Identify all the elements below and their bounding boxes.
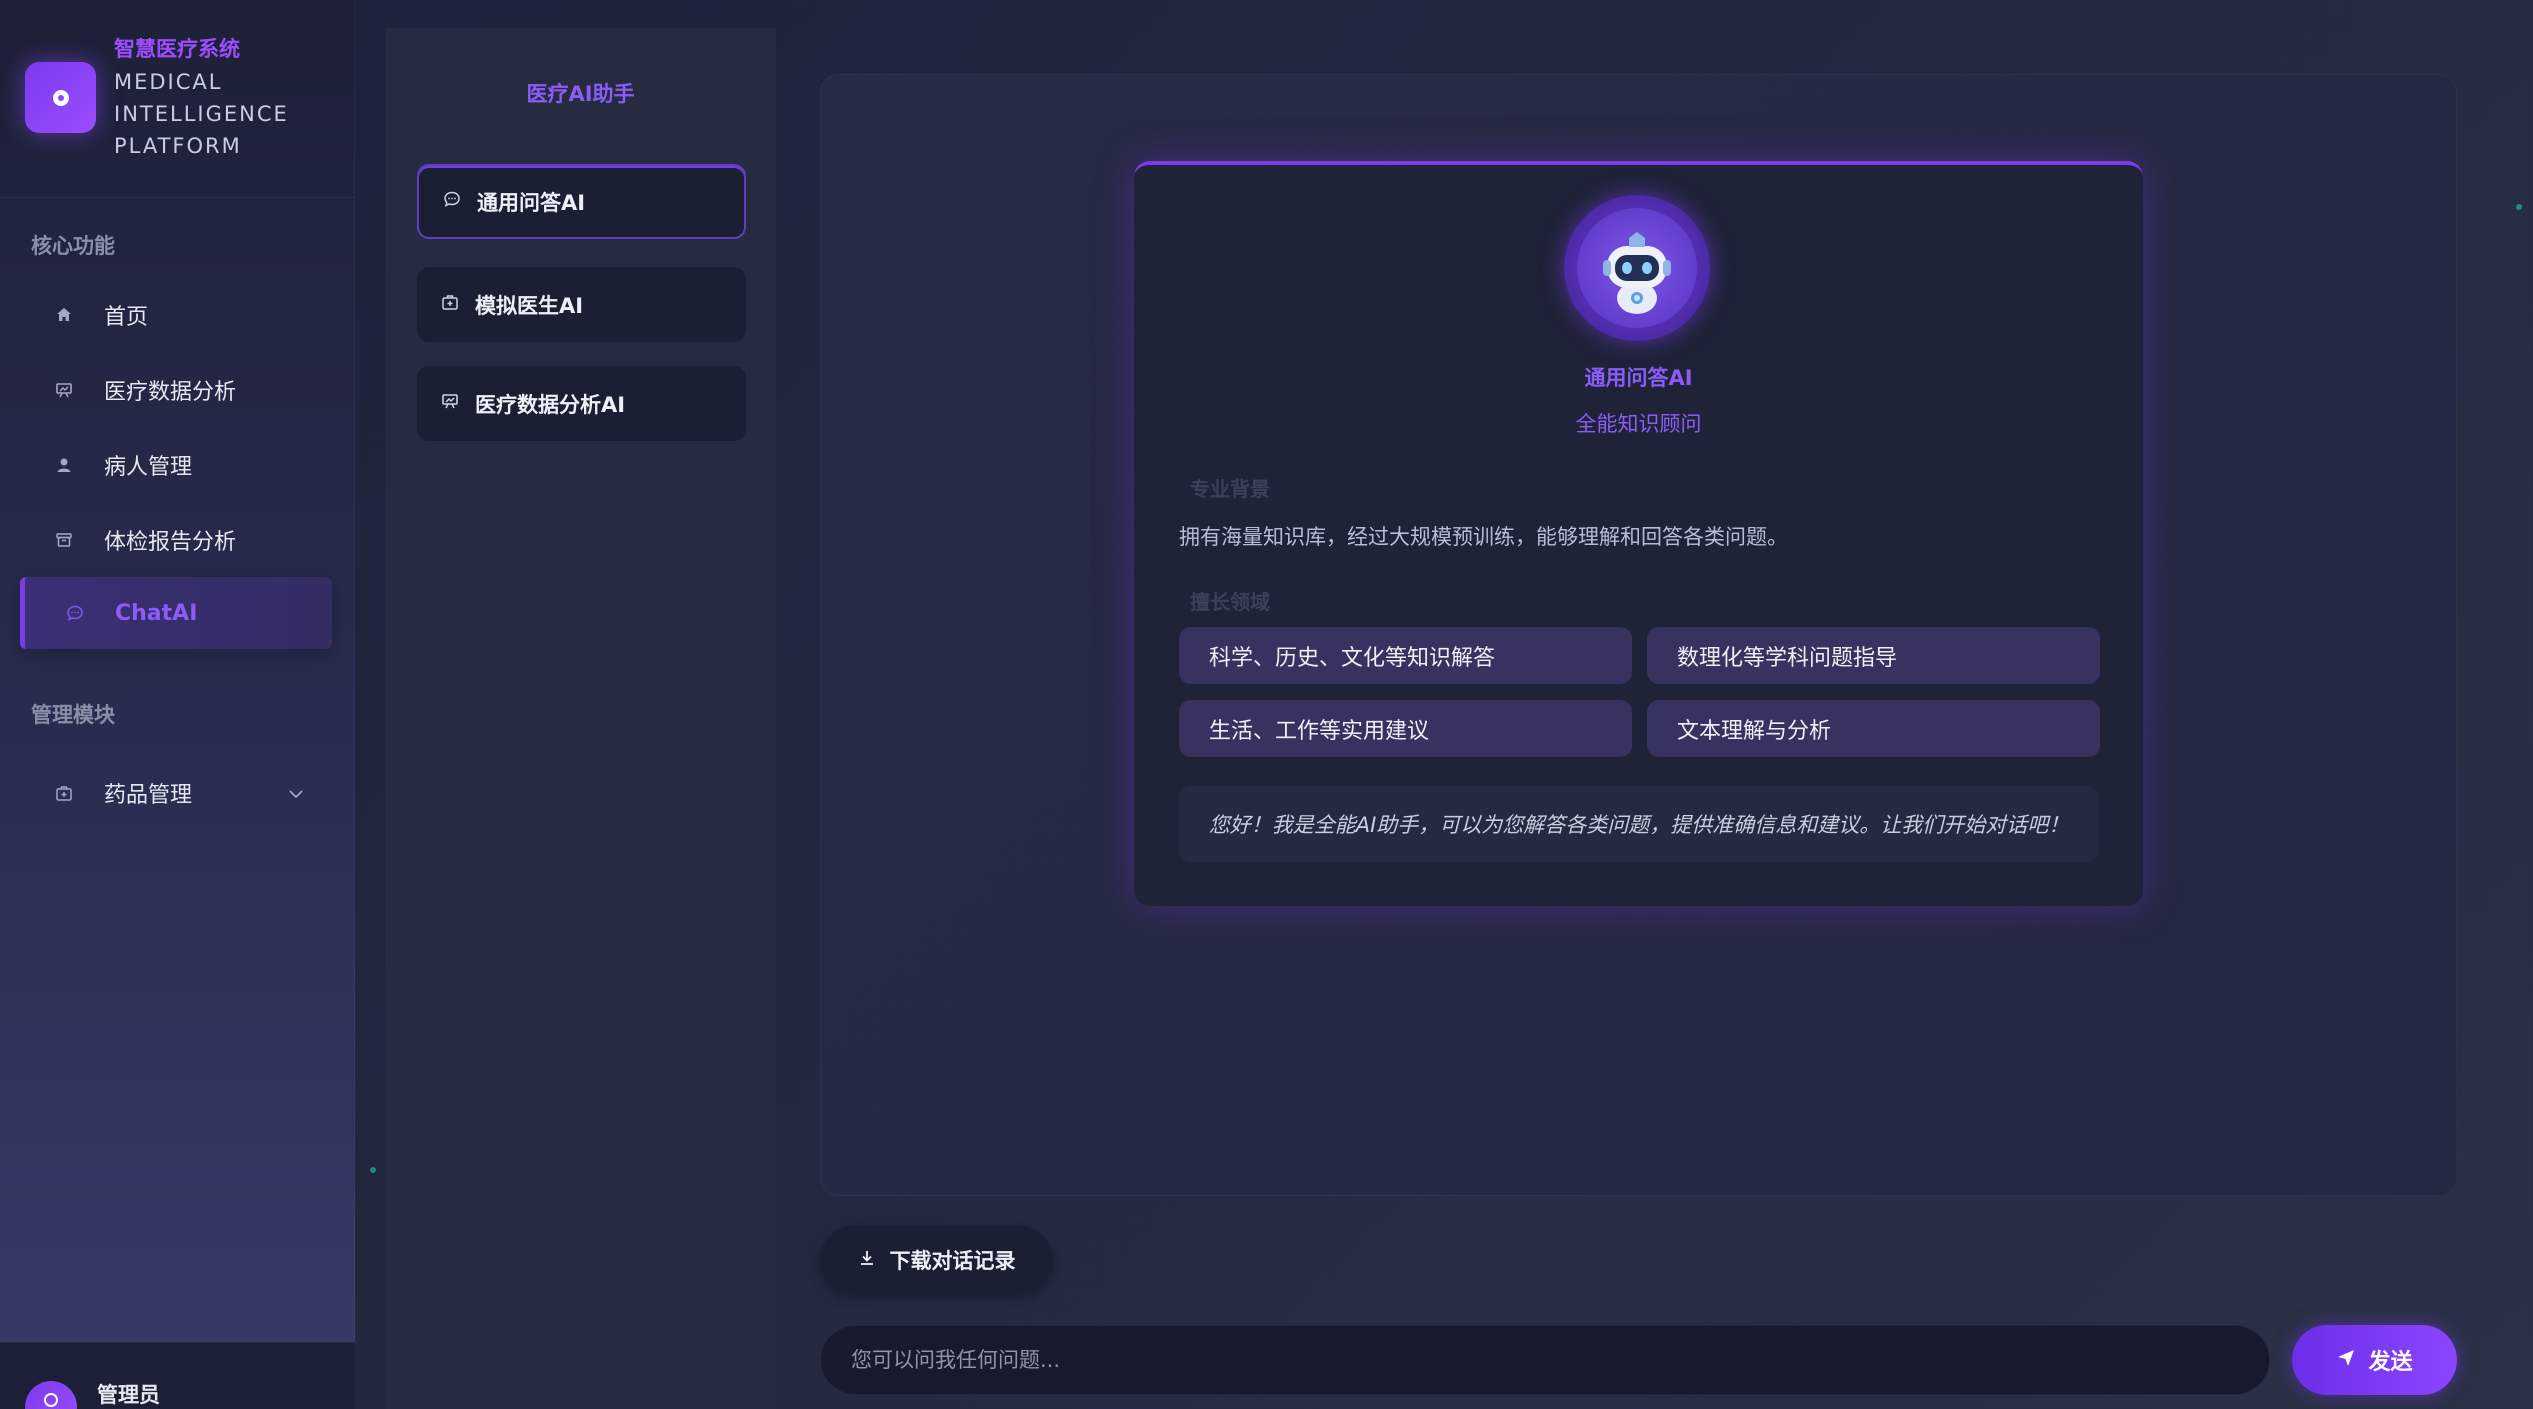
ai-subtitle: 全能知识顾问 (1575, 412, 1702, 436)
chat-icon (441, 190, 463, 213)
sidebar-item-home[interactable]: 首页 (20, 279, 332, 351)
sidebar-item-medical-data[interactable]: 医疗数据分析 (20, 354, 332, 426)
logo-icon (25, 62, 96, 133)
medical-kit-icon (439, 293, 461, 316)
sidebar-item-medicine[interactable]: 药品管理 (20, 757, 332, 829)
download-history-button[interactable]: 下载对话记录 (820, 1226, 1053, 1294)
expertise-tag: 文本理解与分析 (1647, 700, 2100, 757)
sidebar-item-label: 药品管理 (104, 783, 193, 808)
robot-avatar-icon (1564, 195, 1710, 341)
sidebar-item-label: 病人管理 (104, 455, 193, 480)
ai-item-label: 医疗数据分析AI (475, 392, 626, 417)
ai-item-doctor[interactable]: 模拟医生AI (417, 267, 746, 342)
send-button[interactable]: 发送 (2292, 1325, 2457, 1395)
chat-input[interactable] (820, 1325, 2270, 1395)
ai-panel-title: 医疗AI助手 (526, 82, 635, 106)
chevron-down-icon[interactable] (288, 783, 304, 804)
report-icon (52, 531, 76, 549)
sidebar-item-label: 首页 (104, 305, 149, 330)
sidebar-item-patients[interactable]: 病人管理 (20, 429, 332, 501)
download-label: 下载对话记录 (889, 1249, 1016, 1273)
ai-profile-card: 通用问答AI 全能知识顾问 专业背景 拥有海量知识库，经过大规模预训练，能够理解… (1134, 161, 2143, 906)
sidebar-item-label: ChatAI (115, 600, 198, 626)
chart-icon (439, 392, 461, 415)
sidebar-item-label: 医疗数据分析 (104, 380, 237, 405)
download-icon (858, 1249, 876, 1272)
ai-item-data-analysis[interactable]: 医疗数据分析AI (417, 366, 746, 441)
background-text: 拥有海量知识库，经过大规模预训练，能够理解和回答各类问题。 (1179, 525, 1788, 549)
chat-icon (63, 604, 87, 622)
sidebar-item-label: 体检报告分析 (104, 530, 237, 555)
sidebar-item-report[interactable]: 体检报告分析 (20, 504, 332, 576)
expertise-label: 擅长领域 (1190, 590, 1270, 614)
ai-item-general-qa[interactable]: 通用问答AI (417, 164, 746, 239)
expertise-tag: 数理化等学科问题指导 (1647, 627, 2100, 684)
user-name: 管理员 (97, 1383, 160, 1407)
ai-assistant-panel: 医疗AI助手 通用问答AI 模拟医生AI 医疗数据分析AI (385, 28, 776, 1409)
expertise-tag: 生活、工作等实用建议 (1179, 700, 1632, 757)
home-icon (52, 306, 76, 324)
decor-particle (370, 1167, 376, 1173)
sidebar: 智慧医疗系统 MEDICAL INTELLIGENCE PLATFORM 核心功… (0, 0, 355, 1409)
ai-item-label: 通用问答AI (477, 190, 586, 215)
ai-item-label: 模拟医生AI (475, 293, 584, 318)
nav-section-admin: 管理模块 (31, 703, 115, 727)
greeting-message: 您好！我是全能AI助手，可以为您解答各类问题，提供准确信息和建议。让我们开始对话… (1179, 786, 2099, 862)
brand-name-cn: 智慧医疗系统 (114, 37, 240, 61)
chart-icon (52, 381, 76, 399)
brand: 智慧医疗系统 MEDICAL INTELLIGENCE PLATFORM (0, 0, 355, 198)
medicine-icon (52, 784, 76, 802)
background-label: 专业背景 (1190, 477, 1270, 501)
send-label: 发送 (2368, 1350, 2413, 1375)
send-icon (2336, 1348, 2356, 1373)
decor-particle (2516, 204, 2522, 210)
avatar[interactable] (25, 1381, 77, 1409)
nav-section-core: 核心功能 (31, 234, 115, 258)
brand-name-en: MEDICAL INTELLIGENCE PLATFORM (114, 70, 289, 158)
ai-name: 通用问答AI (1584, 366, 1693, 390)
expertise-tag: 科学、历史、文化等知识解答 (1179, 627, 1632, 684)
user-icon (52, 456, 76, 474)
sidebar-item-chatai[interactable]: ChatAI (20, 577, 332, 649)
user-bar[interactable]: 管理员 (0, 1342, 355, 1409)
